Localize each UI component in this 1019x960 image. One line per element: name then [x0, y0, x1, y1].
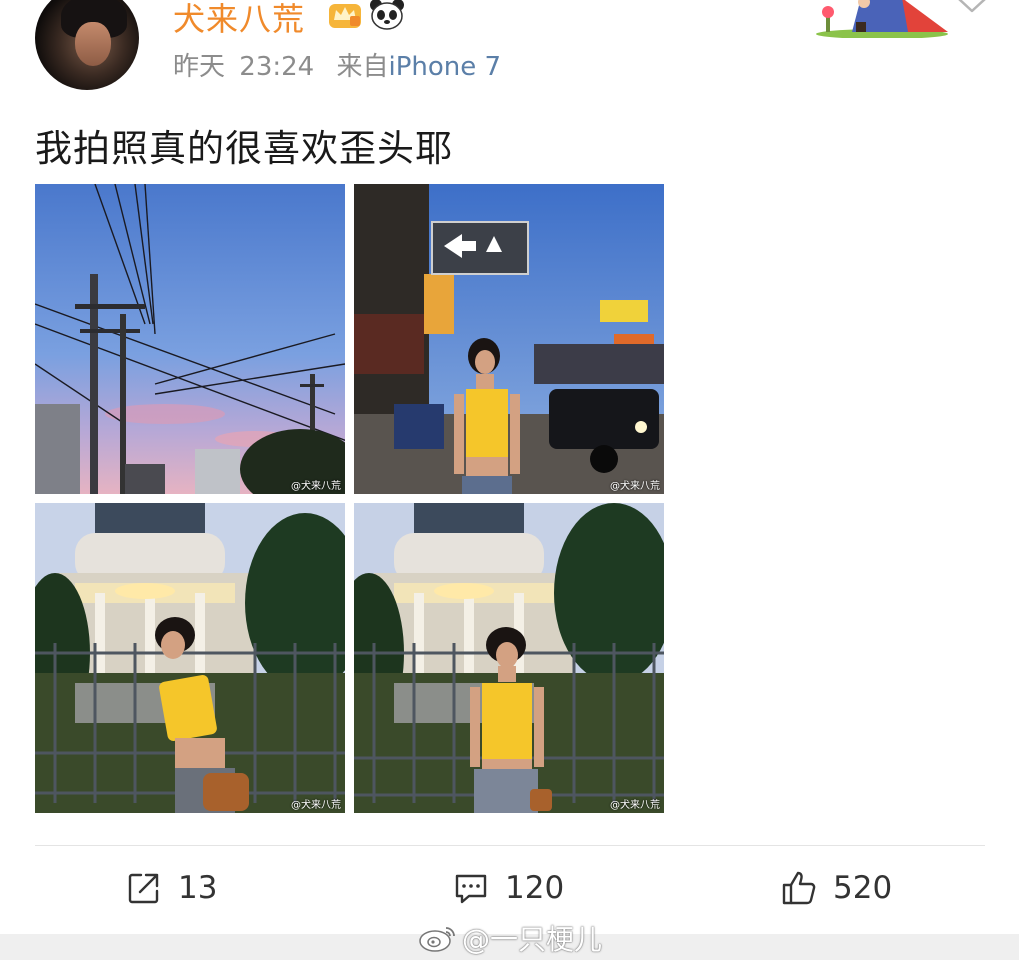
photo-1-image — [35, 184, 345, 494]
avatar[interactable] — [35, 0, 139, 90]
device-link[interactable]: iPhone 7 — [389, 52, 502, 82]
post-text: 我拍照真的很喜欢歪头耶 — [35, 127, 453, 170]
photo-4[interactable]: @犬来八荒 — [354, 503, 664, 813]
photo-3[interactable]: @犬来八荒 — [35, 503, 345, 813]
like-button[interactable]: 520 — [781, 866, 892, 910]
thumbs-up-icon — [782, 871, 816, 905]
chevron-down-icon[interactable] — [956, 0, 988, 18]
photo-watermark: @犬来八荒 — [610, 800, 660, 811]
post-time: 23:24 — [239, 52, 315, 82]
photo-2[interactable]: @犬来八荒 — [354, 184, 664, 494]
photo-watermark: @犬来八荒 — [291, 481, 341, 492]
comment-button[interactable]: 120 — [453, 866, 564, 910]
comment-count: 120 — [505, 870, 565, 906]
like-count: 520 — [833, 870, 893, 906]
photo-3-image — [35, 503, 345, 813]
watermark-text: @一只梗儿 — [462, 923, 603, 956]
weibo-logo-icon — [419, 927, 455, 952]
post-meta: 昨天 23:24 来自iPhone 7 — [173, 46, 501, 83]
decor-sticker — [816, 0, 948, 38]
share-icon — [128, 873, 159, 904]
share-count: 13 — [178, 870, 218, 906]
comment-icon — [455, 874, 487, 904]
photo-1[interactable]: @犬来八荒 — [35, 184, 345, 494]
crown-icon[interactable] — [328, 0, 362, 30]
photo-2-image — [354, 184, 664, 494]
divider — [35, 845, 985, 846]
username[interactable]: 犬来八荒 — [173, 0, 305, 40]
time-label: 昨天 — [173, 52, 226, 82]
avatar-face — [75, 22, 111, 66]
photo-4-image — [354, 503, 664, 813]
panda-icon — [370, 0, 404, 30]
photo-watermark: @犬来八荒 — [291, 800, 341, 811]
photo-watermark: @犬来八荒 — [610, 481, 660, 492]
from-label: 来自 — [336, 52, 389, 82]
watermark: @一只梗儿 — [418, 918, 602, 958]
share-button[interactable]: 13 — [126, 866, 217, 910]
